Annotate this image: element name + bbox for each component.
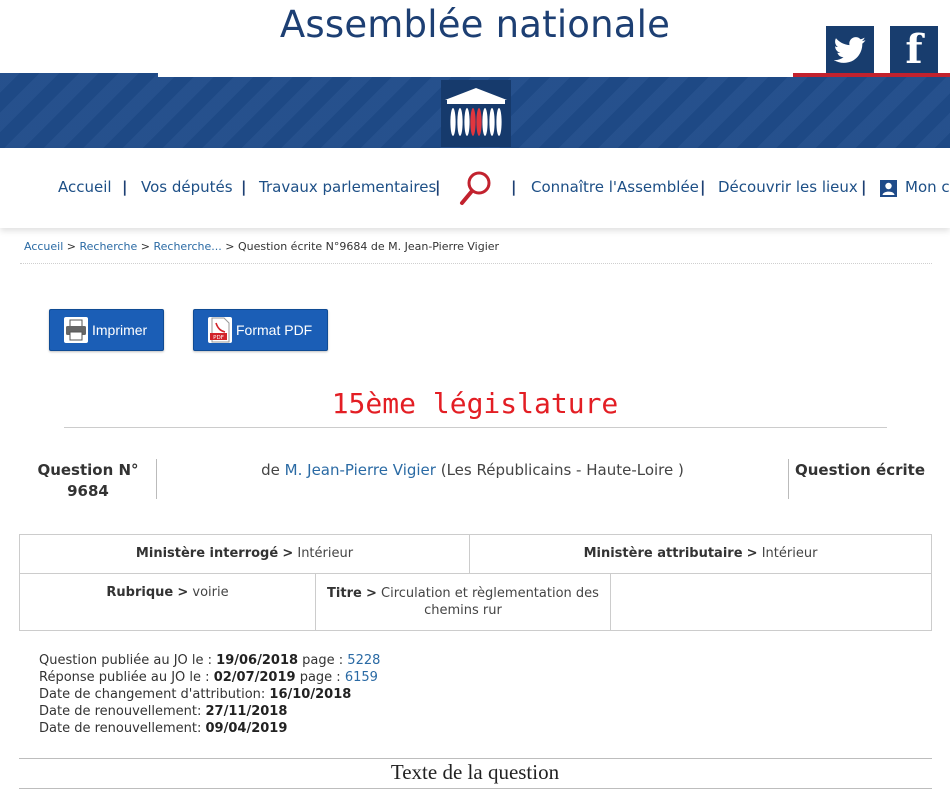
nav-item-decouvrir[interactable]: Découvrir les lieux: [718, 178, 858, 196]
nav-separator: |: [122, 178, 128, 196]
header-white-strip: [158, 73, 793, 77]
nav-item-connaitre[interactable]: Connaître l'Assemblée: [531, 178, 699, 196]
arrow: >: [177, 585, 189, 600]
author-link[interactable]: M. Jean-Pierre Vigier: [285, 461, 436, 479]
rubrique-cell: Rubrique > voirie: [19, 573, 316, 631]
renouvellement-label: Date de renouvellement:: [39, 721, 202, 736]
divider: [20, 263, 932, 264]
pdf-button[interactable]: PDF Format PDF: [193, 309, 328, 351]
divider: [64, 427, 887, 428]
question-number-label: Question N°: [37, 461, 139, 479]
pdf-icon: PDF: [208, 317, 232, 343]
question-publication-date: 19/06/2018: [216, 653, 299, 668]
arrow: >: [746, 546, 758, 561]
page-label: page :: [302, 653, 344, 668]
vertical-divider: [156, 459, 157, 499]
question-type: Question écrite: [795, 461, 925, 479]
breadcrumb-recherche[interactable]: Recherche: [80, 240, 138, 253]
ministere-attributaire-cell: Ministère attributaire > Intérieur: [469, 534, 932, 574]
ministere-attributaire-value: Intérieur: [761, 546, 818, 561]
renouvellement-date: 27/11/2018: [205, 704, 288, 719]
question-number: Question N° 9684: [30, 460, 146, 502]
rubrique-value: voirie: [192, 585, 229, 600]
nav-item-mon-compte[interactable]: Mon c: [905, 178, 950, 196]
breadcrumb-current: Question écrite N°9684 de M. Jean-Pierre…: [237, 240, 500, 253]
renouvellement-date: 09/04/2019: [205, 721, 288, 736]
arrow: >: [365, 586, 377, 601]
nav-separator: |: [511, 178, 517, 196]
printer-icon: [64, 317, 88, 343]
author-group: (Les Républicains - Haute-Loire ): [440, 461, 684, 479]
changement-date: 16/10/2018: [269, 687, 352, 702]
rubrique-label: Rubrique: [106, 585, 174, 600]
ministere-attributaire-label: Ministère attributaire: [583, 546, 743, 561]
nav-item-travaux[interactable]: Travaux parlementaires: [259, 178, 436, 196]
renouvellement-label: Date de renouvellement:: [39, 704, 202, 719]
hemicycle-logo-icon: [445, 88, 507, 136]
breadcrumb-separator: >: [225, 240, 235, 253]
nav-separator: |: [700, 178, 706, 196]
svg-text:PDF: PDF: [213, 335, 224, 341]
nav-separator: |: [241, 178, 247, 196]
header-red-strip: [793, 73, 950, 77]
changement-attribution: Date de changement d'attribution: 16/10/…: [39, 687, 351, 702]
ministere-interroge-value: Intérieur: [297, 546, 354, 561]
renouvellement-1: Date de renouvellement: 27/11/2018: [39, 704, 287, 719]
search-icon: [460, 171, 491, 205]
page-label: page :: [299, 670, 341, 685]
question-number-value: 9684: [67, 482, 109, 500]
author-prefix: de: [261, 461, 280, 479]
twitter-button[interactable]: [826, 26, 874, 73]
print-button[interactable]: Imprimer: [49, 309, 164, 351]
divider: [19, 758, 932, 759]
changement-label: Date de changement d'attribution:: [39, 687, 266, 702]
breadcrumb-accueil[interactable]: Accueil: [24, 240, 63, 253]
question-publication: Question publiée au JO le : 19/06/2018 p…: [39, 653, 380, 668]
search-button[interactable]: [459, 170, 493, 210]
breadcrumb-recherche-results[interactable]: Recherche...: [154, 240, 222, 253]
facebook-icon: f: [905, 26, 923, 73]
reponse-publication: Réponse publiée au JO le : 02/07/2019 pa…: [39, 670, 378, 685]
breadcrumb: Accueil > Recherche > Recherche... > Que…: [24, 240, 499, 253]
nav-item-vos-deputes[interactable]: Vos députés: [141, 178, 233, 196]
question-author: de M. Jean-Pierre Vigier (Les Républicai…: [160, 461, 785, 479]
titre-value: Circulation et règlementation des chemin…: [381, 586, 599, 618]
section-title: Texte de la question: [390, 760, 560, 784]
arrow: >: [282, 546, 294, 561]
renouvellement-2: Date de renouvellement: 09/04/2019: [39, 721, 287, 736]
legislature-heading: 15ème législature: [331, 387, 619, 420]
ministere-interroge-cell: Ministère interrogé > Intérieur: [19, 534, 470, 574]
titre-cell: Titre > Circulation et règlementation de…: [315, 573, 611, 631]
breadcrumb-separator: >: [66, 240, 76, 253]
print-label: Imprimer: [92, 322, 148, 338]
reponse-page-link[interactable]: 6159: [345, 670, 378, 685]
empty-cell: [610, 573, 932, 631]
ministere-interroge-label: Ministère interrogé: [135, 546, 279, 561]
nav-item-accueil[interactable]: Accueil: [58, 178, 112, 196]
assemblee-logo[interactable]: [441, 80, 511, 147]
question-publication-label: Question publiée au JO le :: [39, 653, 213, 668]
nav-separator: |: [861, 178, 867, 196]
reponse-publication-date: 02/07/2019: [213, 670, 296, 685]
user-icon[interactable]: [880, 180, 897, 197]
titre-label: Titre: [327, 586, 362, 601]
site-title[interactable]: Assemblée nationale: [0, 3, 950, 46]
reponse-publication-label: Réponse publiée au JO le :: [39, 670, 210, 685]
vertical-divider: [788, 459, 789, 499]
pdf-label: Format PDF: [236, 322, 313, 338]
nav-separator: |: [435, 178, 441, 196]
facebook-button[interactable]: f: [890, 26, 938, 73]
breadcrumb-separator: >: [140, 240, 150, 253]
twitter-icon: [834, 36, 866, 63]
divider: [19, 788, 932, 789]
question-page-link[interactable]: 5228: [347, 653, 380, 668]
